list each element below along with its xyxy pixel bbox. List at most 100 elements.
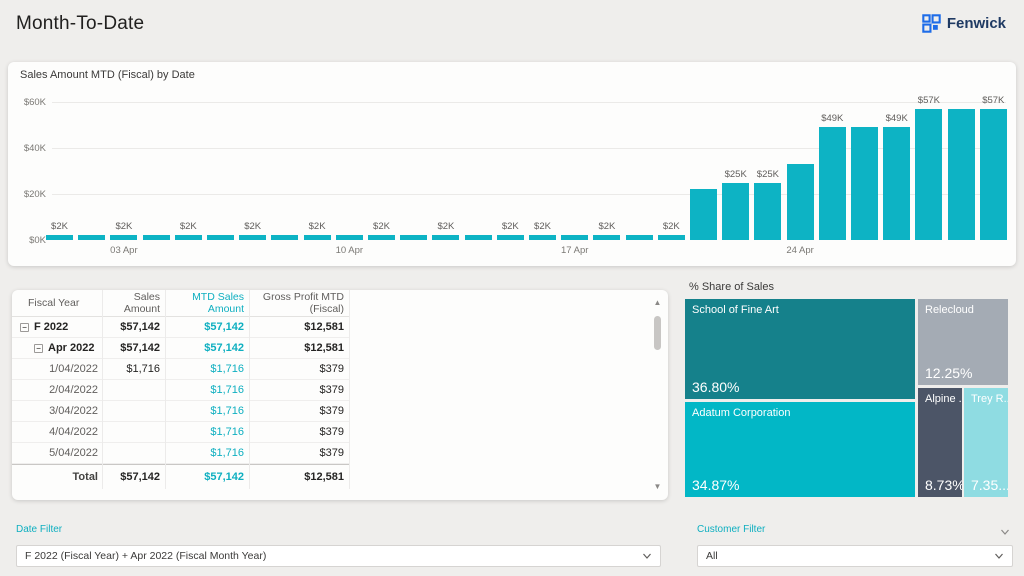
table-row-apr-2022[interactable]: − Apr 2022 $57,142 $57,142 $12,581 bbox=[12, 338, 349, 359]
table-cell[interactable]: $1,716 bbox=[165, 363, 249, 375]
table-cell[interactable]: $1,716 bbox=[165, 384, 249, 396]
bar-24-apr[interactable] bbox=[786, 164, 814, 240]
row-header-cell[interactable]: 2/04/2022 bbox=[12, 384, 102, 396]
bar-11-apr[interactable] bbox=[368, 235, 395, 240]
treemap-block-value: 7.35... bbox=[971, 477, 1008, 493]
bar-28-apr[interactable] bbox=[915, 108, 943, 240]
customer-filter-dropdown[interactable]: All bbox=[697, 545, 1013, 567]
bar-14-apr[interactable] bbox=[464, 235, 492, 240]
date-filter-value: F 2022 (Fiscal Year) + Apr 2022 (Fiscal … bbox=[25, 550, 267, 562]
table-cell[interactable]: $57,142 bbox=[102, 321, 165, 333]
bar-2-apr[interactable] bbox=[78, 235, 106, 240]
table-cell[interactable]: $57,142 bbox=[165, 342, 249, 354]
bar-1-apr[interactable] bbox=[46, 235, 73, 240]
collapse-icon[interactable]: − bbox=[20, 323, 29, 332]
column-header-fiscal-year[interactable]: Fiscal Year bbox=[12, 297, 102, 309]
table-row-4-04-2022[interactable]: 4/04/2022 $1,716 $379 bbox=[12, 422, 349, 443]
date-filter-dropdown[interactable]: F 2022 (Fiscal Year) + Apr 2022 (Fiscal … bbox=[16, 545, 661, 567]
bar-26-apr[interactable] bbox=[851, 127, 878, 240]
row-header-cell[interactable]: 5/04/2022 bbox=[12, 447, 102, 459]
share-of-sales-treemap: School of Fine Art 36.80% Relecloud 12.2… bbox=[685, 299, 1008, 497]
row-header-cell[interactable]: − F 2022 bbox=[12, 321, 102, 333]
customer-filter-value: All bbox=[706, 550, 718, 562]
bar-12-apr[interactable] bbox=[400, 235, 428, 240]
bar-13-apr[interactable] bbox=[432, 235, 460, 240]
bar-20-apr[interactable] bbox=[657, 235, 685, 240]
table-row-1-04-2022[interactable]: 1/04/2022 $1,716 $1,716 $379 bbox=[12, 359, 349, 380]
bar-4-apr[interactable] bbox=[142, 235, 170, 240]
treemap-block-adatum-corporation[interactable]: Adatum Corporation 34.87% bbox=[685, 402, 915, 497]
customer-filter-collapse-icon[interactable] bbox=[1000, 524, 1012, 536]
bar-15-apr[interactable] bbox=[496, 235, 524, 240]
bar-30-apr[interactable] bbox=[979, 108, 1007, 240]
table-cell[interactable]: $12,581 bbox=[249, 342, 349, 354]
row-header-cell[interactable]: 3/04/2022 bbox=[12, 405, 102, 417]
row-header-cell[interactable]: 4/04/2022 bbox=[12, 426, 102, 438]
bar-29-apr[interactable] bbox=[947, 108, 975, 240]
x-axis-tick: 10 Apr bbox=[335, 245, 364, 256]
bar-22-apr[interactable] bbox=[722, 182, 750, 240]
table-cell[interactable]: $379 bbox=[249, 405, 349, 417]
bar-8-apr[interactable] bbox=[271, 235, 299, 240]
column-header-mtd-sales-amount[interactable]: MTD Sales Amount bbox=[165, 291, 249, 315]
brand-name: Fenwick bbox=[946, 15, 1006, 32]
table-cell[interactable]: $1,716 bbox=[165, 405, 249, 417]
table-cell[interactable]: $57,142 bbox=[165, 321, 249, 333]
treemap-block-trey[interactable]: Trey R... 7.35... bbox=[964, 388, 1008, 497]
column-divider bbox=[165, 290, 166, 489]
bar-16-apr[interactable] bbox=[529, 235, 556, 240]
row-label: 2/04/2022 bbox=[49, 384, 98, 396]
bar-17-apr[interactable] bbox=[561, 235, 589, 240]
table-cell[interactable]: $12,581 bbox=[249, 321, 349, 333]
table-cell[interactable]: $57,142 bbox=[102, 342, 165, 354]
treemap-block-label: Trey R... bbox=[971, 393, 1008, 405]
table-cell[interactable]: $1,716 bbox=[165, 426, 249, 438]
table-cell[interactable]: $1,716 bbox=[102, 363, 165, 375]
bar-3-apr[interactable] bbox=[110, 235, 138, 240]
bar-21-apr[interactable] bbox=[690, 189, 717, 240]
scroll-down-icon[interactable]: ▼ bbox=[652, 482, 663, 492]
bar-23-apr[interactable] bbox=[754, 182, 782, 240]
table-row-5-04-2022[interactable]: 5/04/2022 $1,716 $379 bbox=[12, 443, 349, 464]
bar-10-apr[interactable] bbox=[335, 235, 363, 240]
table-cell[interactable]: $57,142 bbox=[102, 471, 165, 483]
collapse-icon[interactable]: − bbox=[34, 344, 43, 353]
bar-18-apr[interactable] bbox=[593, 235, 621, 240]
table-row-2-04-2022[interactable]: 2/04/2022 $1,716 $379 bbox=[12, 380, 349, 401]
bar-5-apr[interactable] bbox=[174, 235, 202, 240]
table-scrollbar[interactable]: ▲ ▼ bbox=[652, 298, 663, 492]
bar-19-apr[interactable] bbox=[625, 235, 653, 240]
table-cell[interactable]: $379 bbox=[249, 447, 349, 459]
table-cell[interactable]: $379 bbox=[249, 363, 349, 375]
column-header-gross-profit-mtd-fiscal-[interactable]: Gross Profit MTD (Fiscal) bbox=[249, 291, 349, 315]
row-label: Total bbox=[72, 471, 98, 483]
table-cell[interactable]: $379 bbox=[249, 426, 349, 438]
treemap-block-alpine[interactable]: Alpine ... 8.73% bbox=[918, 388, 962, 497]
row-header-cell[interactable]: 1/04/2022 bbox=[12, 363, 102, 375]
bar-value-label: $2K bbox=[115, 221, 133, 233]
bar-7-apr[interactable] bbox=[239, 235, 267, 240]
scroll-up-icon[interactable]: ▲ bbox=[652, 298, 663, 308]
bar-9-apr[interactable] bbox=[303, 235, 331, 240]
table-cell[interactable]: $1,716 bbox=[165, 447, 249, 459]
table-row-f-2022[interactable]: − F 2022 $57,142 $57,142 $12,581 bbox=[12, 317, 349, 338]
column-header-sales-amount[interactable]: Sales Amount bbox=[102, 291, 165, 315]
bar-value-label: $25K bbox=[756, 168, 779, 180]
table-cell[interactable]: $57,142 bbox=[165, 471, 249, 483]
treemap-block-value: 36.80% bbox=[692, 379, 740, 395]
table-cell[interactable]: $379 bbox=[249, 384, 349, 396]
table-row-3-04-2022[interactable]: 3/04/2022 $1,716 $379 bbox=[12, 401, 349, 422]
row-header-cell[interactable]: − Apr 2022 bbox=[12, 342, 102, 354]
table-cell[interactable]: $12,581 bbox=[249, 471, 349, 483]
row-header-cell[interactable]: Total bbox=[12, 471, 102, 483]
treemap-block-school-of-fine-art[interactable]: School of Fine Art 36.80% bbox=[685, 299, 915, 399]
bar-6-apr[interactable] bbox=[207, 235, 234, 240]
scrollbar-thumb[interactable] bbox=[654, 316, 661, 350]
treemap-block-relecloud[interactable]: Relecloud 12.25% bbox=[918, 299, 1008, 385]
bar-25-apr[interactable] bbox=[818, 127, 846, 240]
table-total-row[interactable]: Total $57,142 $57,142 $12,581 bbox=[12, 464, 349, 489]
bar-27-apr[interactable] bbox=[883, 127, 911, 240]
y-axis-tick: $0K bbox=[29, 235, 46, 246]
column-divider bbox=[349, 290, 350, 489]
gridline bbox=[52, 102, 1006, 103]
